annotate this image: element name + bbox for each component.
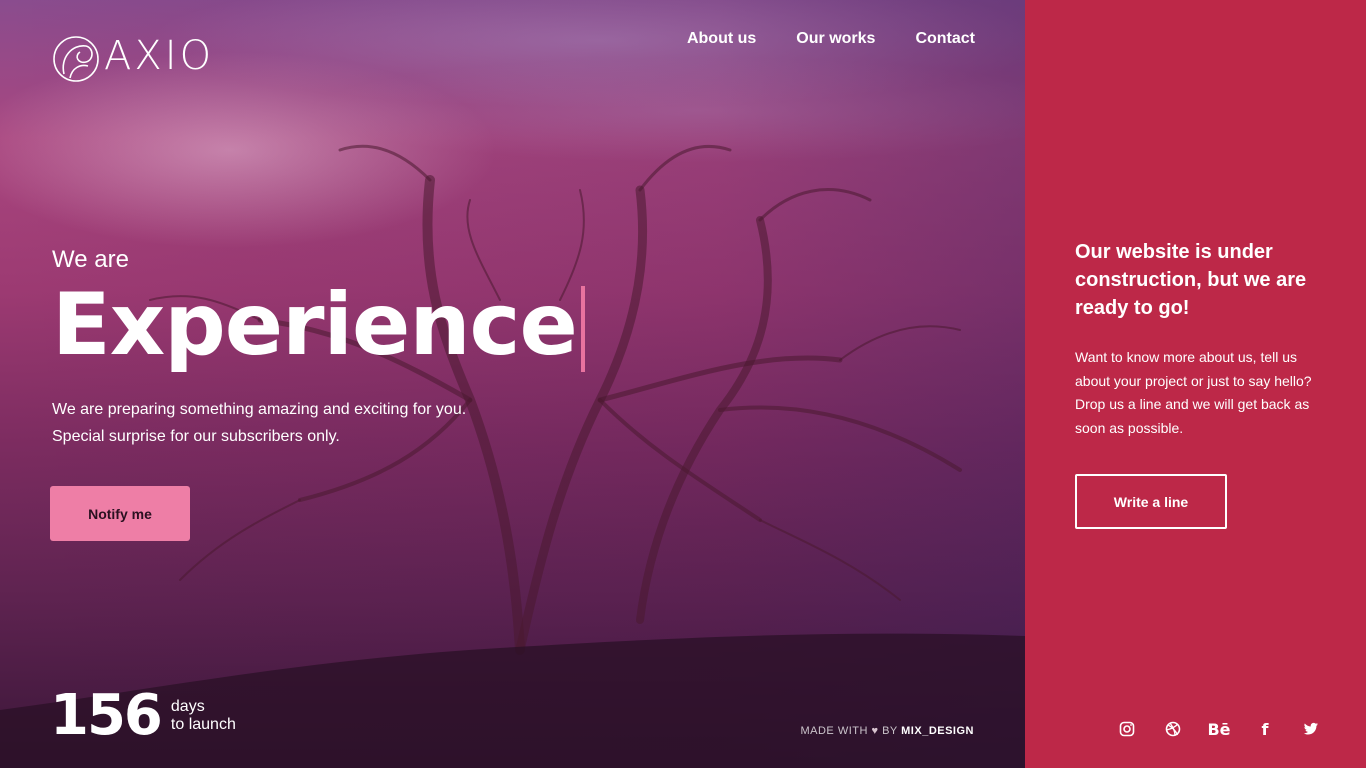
hero-headline: We are Experience [52, 246, 585, 375]
dribbble-icon[interactable] [1163, 716, 1183, 742]
brand-name: AXIO [104, 33, 215, 79]
hero-subtitle-line2: Special surprise for our subscribers onl… [52, 428, 340, 445]
hero-title-text: Experience [52, 275, 578, 375]
hero-intro: We are [52, 246, 129, 273]
behance-icon[interactable]: Bē [1207, 716, 1230, 742]
made-with-credit: MADE WITH ♥ BY MIX_DESIGN [800, 725, 974, 737]
brand-logo[interactable]: AXIO [50, 28, 214, 90]
typing-cursor [580, 286, 585, 372]
tree-silhouette-image [0, 144, 1025, 768]
countdown-label: days to launch [171, 698, 236, 734]
launch-countdown: 156 days to launch [50, 688, 236, 744]
logo-mark-icon [53, 36, 99, 82]
hero-background [0, 0, 1025, 768]
countdown-caption: to launch [170, 716, 236, 733]
author-link[interactable]: MIX_DESIGN [901, 725, 974, 737]
facebook-icon[interactable]: f [1255, 716, 1275, 742]
instagram-icon[interactable] [1117, 716, 1137, 742]
panel-text: Want to know more about us, tell us abou… [1075, 349, 1312, 436]
notify-me-button[interactable]: Notify me [50, 486, 190, 541]
panel-title: Our website is under construction, but w… [1075, 241, 1307, 319]
social-links: Bē f [1117, 716, 1321, 742]
contact-panel: Our website is under construction, but w… [1025, 0, 1366, 768]
made-with-text: MADE WITH [800, 725, 868, 737]
countdown-number: 156 [50, 683, 163, 748]
hero-subtitle-line1: We are preparing something amazing and e… [52, 401, 467, 418]
nav-our-works[interactable]: Our works [796, 30, 875, 48]
made-by-text: BY [882, 725, 898, 737]
hero-subtitle: We are preparing something amazing and e… [52, 396, 466, 450]
twitter-icon[interactable] [1301, 716, 1321, 742]
heart-icon: ♥ [871, 725, 879, 737]
main-nav: About us Our works Contact [687, 30, 975, 48]
hero-title: Experience [52, 275, 585, 375]
write-a-line-button[interactable]: Write a line [1075, 474, 1227, 529]
countdown-unit: days [170, 698, 205, 715]
nav-about-us[interactable]: About us [687, 30, 756, 48]
nav-contact[interactable]: Contact [915, 30, 975, 48]
